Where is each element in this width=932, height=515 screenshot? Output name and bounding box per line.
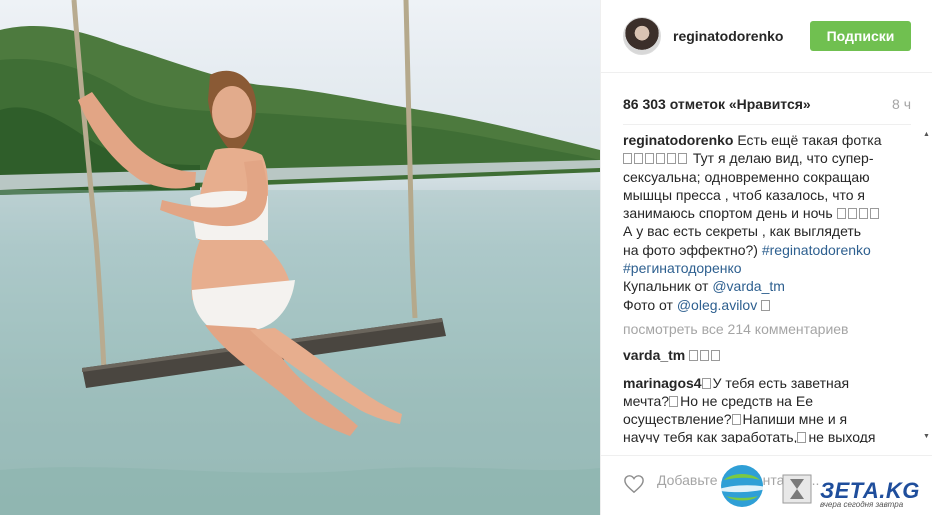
comments-list[interactable]: reginatodorenko Есть ещё такая фотка Тут… bbox=[623, 131, 913, 443]
comment-author-link[interactable]: varda_tm bbox=[623, 347, 685, 363]
comment-text: не выходя bbox=[808, 429, 876, 443]
likes-count[interactable]: 86 303 отметок «Нравится» bbox=[623, 96, 811, 112]
emoji-placeholder-icon bbox=[623, 150, 689, 166]
caption-text-line: Фото от bbox=[623, 296, 673, 313]
heart-icon[interactable] bbox=[623, 474, 645, 494]
scroll-down-icon[interactable]: ▼ bbox=[923, 433, 930, 440]
follow-button[interactable]: Подписки bbox=[810, 21, 911, 51]
emoji-placeholder-icon bbox=[731, 411, 743, 427]
post-time[interactable]: 8 ч bbox=[892, 96, 911, 112]
mention-link[interactable]: @varda_tm bbox=[712, 278, 785, 294]
hashtag-link[interactable]: #reginatodorenko bbox=[762, 242, 871, 258]
post-header: reginatodorenko Подписки bbox=[601, 0, 932, 73]
hashtag-link[interactable]: #регинатодоренко bbox=[623, 260, 742, 276]
caption: reginatodorenko Есть ещё такая фотка Тут… bbox=[623, 131, 913, 314]
view-all-comments-link[interactable]: посмотреть все 214 комментариев bbox=[623, 320, 913, 338]
divider bbox=[623, 124, 911, 125]
mention-link[interactable]: @oleg.avilov bbox=[677, 297, 757, 313]
caption-text-line: мышцы пресса , чтоб казалось, что я bbox=[623, 186, 865, 203]
scroll-thumb[interactable] bbox=[924, 137, 929, 433]
avatar[interactable] bbox=[623, 17, 661, 55]
comment-item: marinagos4 У тебя есть заветная мечта? Но … bbox=[623, 374, 913, 443]
comment-text: научу тебя как заработать, bbox=[623, 429, 798, 443]
caption-text-line: занимаюсь спортом день и ночь bbox=[623, 205, 833, 222]
caption-text-line: на фото эффектно?) bbox=[623, 241, 758, 258]
emoji-placeholder-icon bbox=[669, 393, 680, 409]
globe-logo-icon bbox=[716, 465, 770, 507]
caption-text-line: Есть ещё такая фотка bbox=[737, 132, 882, 148]
caption-text-line: Тут я делаю вид, что супер- bbox=[692, 150, 874, 167]
emoji-placeholder-icon bbox=[689, 347, 722, 363]
likes-row: 86 303 отметок «Нравится» 8 ч bbox=[623, 96, 911, 114]
comment-text: мечта? bbox=[623, 392, 670, 409]
emoji-placeholder-icon bbox=[836, 205, 881, 221]
comment-text: Напиши мне и я bbox=[742, 411, 848, 428]
comment-text: У тебя есть заветная bbox=[712, 374, 850, 391]
watermark-slogan: вчера сегодня завтра bbox=[820, 500, 904, 509]
caption-author-link[interactable]: reginatodorenko bbox=[623, 132, 733, 148]
emoji-placeholder-icon bbox=[797, 429, 808, 443]
caption-text-line: А у вас есть секреты , как выглядеть bbox=[623, 223, 862, 240]
emoji-placeholder-icon bbox=[701, 375, 713, 391]
comment-text: осуществление? bbox=[623, 411, 732, 428]
comments-scrollbar[interactable]: ▲ ▼ bbox=[922, 131, 931, 443]
hourglass-logo-icon bbox=[782, 474, 812, 504]
comment-item: varda_tm bbox=[623, 346, 913, 364]
watermark: ЗЕТА.KG вчера сегодня завтра bbox=[708, 460, 932, 515]
swing-photo-illustration bbox=[0, 0, 600, 515]
comment-author-link[interactable]: marinagos4 bbox=[623, 375, 702, 391]
author-username-link[interactable]: reginatodorenko bbox=[673, 28, 783, 44]
comment-text: Но не средств на Ее bbox=[680, 392, 813, 409]
post-photo[interactable] bbox=[0, 0, 600, 515]
caption-text-line: Купальник от bbox=[623, 278, 709, 295]
post-side-panel: reginatodorenko Подписки 86 303 отметок … bbox=[600, 0, 932, 515]
emoji-placeholder-icon bbox=[761, 297, 772, 313]
caption-text-line: сексуальна; одновременно сокращаю bbox=[623, 168, 870, 185]
